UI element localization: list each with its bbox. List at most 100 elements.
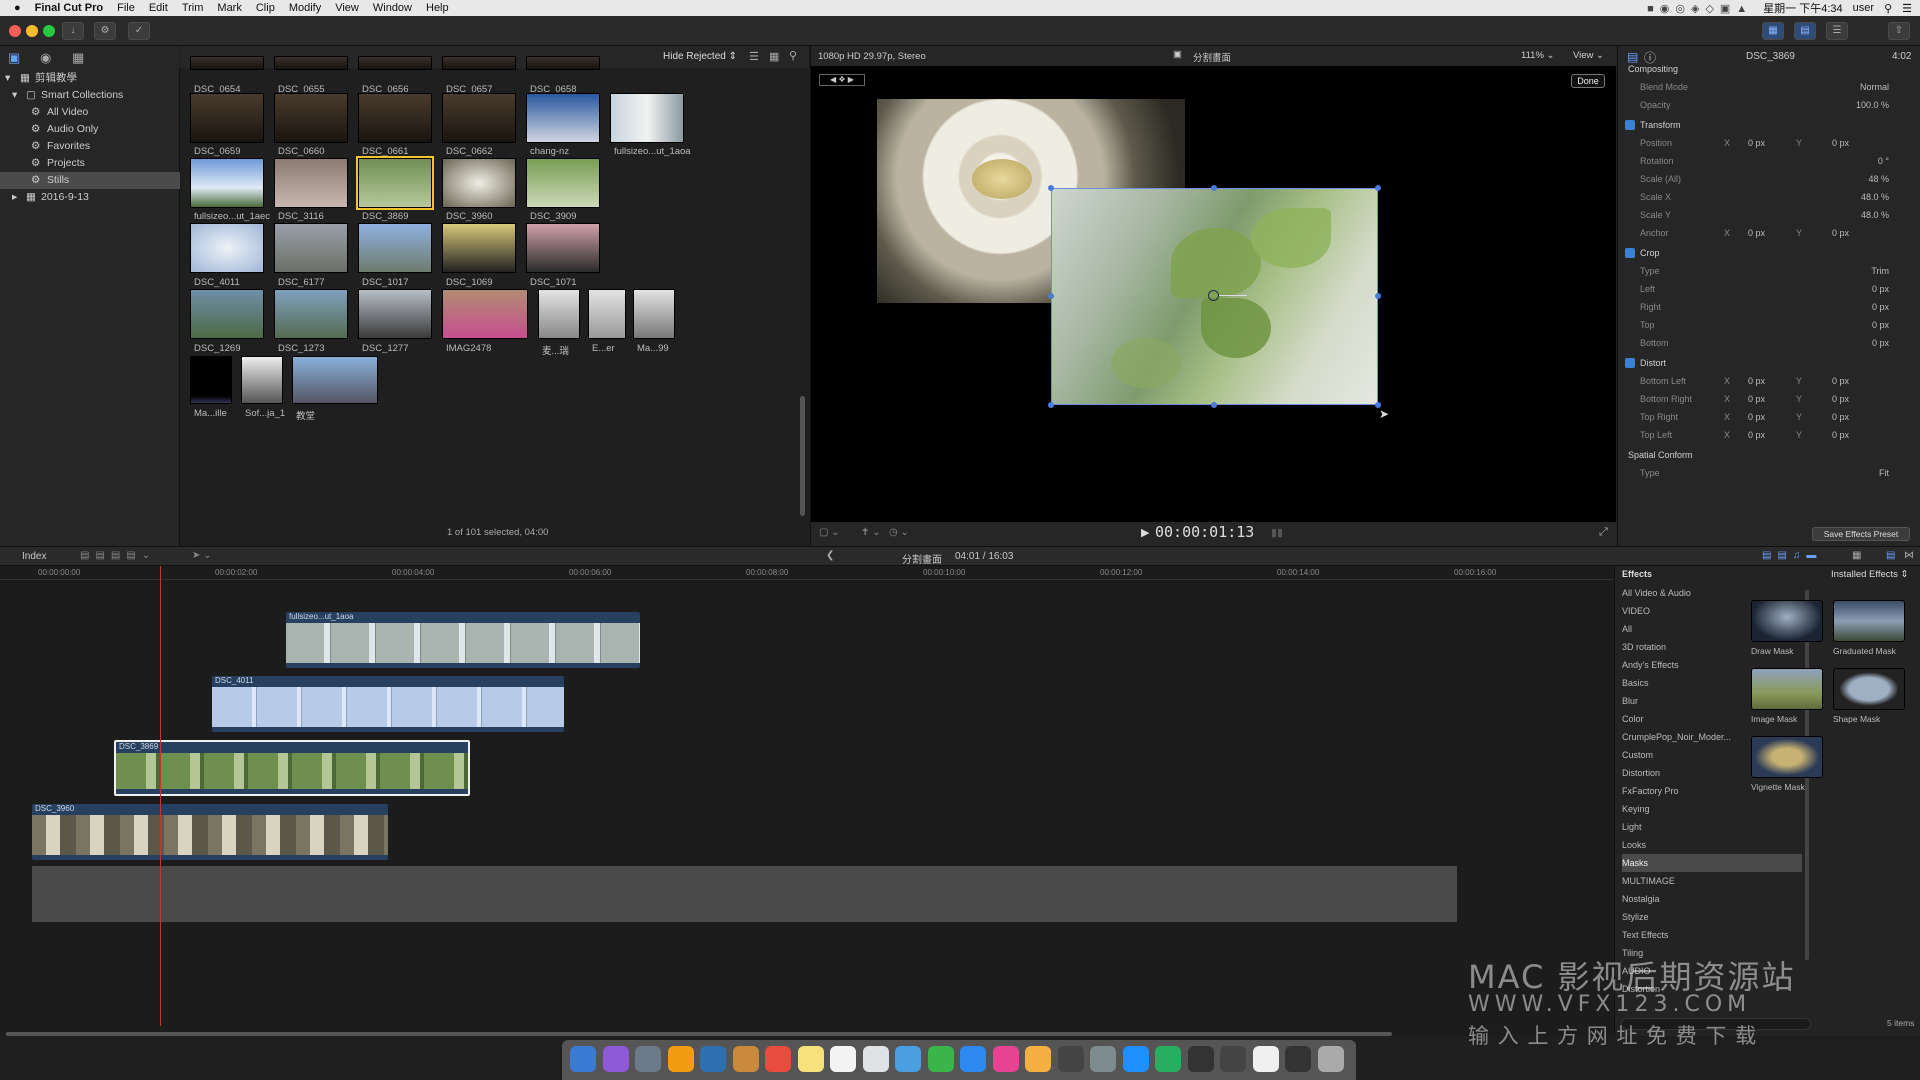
sidebar-item-audio-only[interactable]: ⚙ Audio Only [0, 121, 180, 138]
browser-thumbnail[interactable] [274, 158, 348, 208]
browser-thumbnail[interactable] [442, 93, 516, 143]
browser-thumbnail[interactable] [274, 56, 348, 70]
disclosure-triangle-icon[interactable]: ▾ [5, 70, 10, 87]
timecode-display[interactable]: 00:00:01:13 [1155, 523, 1254, 541]
spotlight-icon[interactable]: ⚲ [1884, 2, 1892, 15]
browser-thumbnail[interactable] [442, 56, 516, 70]
y-value[interactable]: 0 px [1832, 134, 1849, 152]
inspector-row[interactable]: Spatial Conform [1618, 446, 1920, 464]
final-cut-icon[interactable] [1057, 1046, 1084, 1072]
browser-thumbnail[interactable] [442, 158, 516, 208]
browser-thumbnail[interactable] [190, 223, 264, 273]
browser-thumbnail[interactable] [358, 56, 432, 70]
menu-trim[interactable]: Trim [182, 2, 204, 14]
browser-thumbnail[interactable] [190, 56, 264, 70]
timeline-scrollbar[interactable] [6, 1032, 1392, 1036]
browser-thumbnail[interactable] [190, 289, 264, 339]
timeline-clip-selected[interactable]: DSC_3869 [114, 740, 470, 796]
enable-checkbox[interactable] [1625, 248, 1635, 258]
effects-category[interactable]: Masks [1622, 854, 1802, 872]
menu-file[interactable]: File [117, 2, 135, 14]
browser-thumbnail[interactable] [274, 289, 348, 339]
inspector-value[interactable]: 100.0 % [1856, 96, 1889, 114]
save-effects-preset-button[interactable]: Save Effects Preset [1812, 527, 1910, 541]
inspector-value[interactable]: 0 px [1872, 280, 1889, 298]
fullscreen-icon[interactable]: ⤢ [1599, 526, 1608, 539]
inspector-row[interactable]: Crop [1618, 244, 1920, 262]
document-icon[interactable] [1252, 1046, 1279, 1072]
installed-effects-popup[interactable]: Installed Effects ⇕ [1831, 569, 1909, 580]
retiming-popup[interactable]: ✝ ⌄ [861, 527, 881, 538]
itunes-icon[interactable] [992, 1046, 1019, 1072]
view-popup[interactable]: View ⌄ [1573, 50, 1604, 61]
facetime-icon[interactable] [927, 1046, 954, 1072]
y-value[interactable]: 0 px [1832, 372, 1849, 390]
browser-thumbnail[interactable] [526, 93, 600, 143]
effects-category[interactable]: MULTIMAGE [1622, 872, 1802, 890]
effects-category[interactable]: Stylize [1622, 908, 1802, 926]
menu-mark[interactable]: Mark [217, 2, 241, 14]
effects-category[interactable]: Text Effects [1622, 926, 1802, 944]
inspector-value[interactable]: 0 px [1872, 334, 1889, 352]
browser-thumbnail[interactable] [241, 356, 283, 404]
launchpad-icon[interactable] [635, 1046, 661, 1072]
menu-edit[interactable]: Edit [149, 2, 168, 14]
background-tasks-button[interactable]: ✓ [128, 22, 150, 40]
timeline-index-button[interactable]: Index [22, 551, 46, 562]
y-value[interactable]: 0 px [1832, 224, 1849, 242]
inspector-value[interactable]: 48 % [1868, 170, 1889, 188]
x-value[interactable]: 0 px [1748, 134, 1765, 152]
inspector-value[interactable]: 0 px [1872, 316, 1889, 334]
list-view-icon[interactable]: ☰ [749, 50, 759, 63]
notes-icon[interactable] [797, 1046, 824, 1072]
preview-icon[interactable] [700, 1046, 726, 1072]
x-value[interactable]: 0 px [1748, 224, 1765, 242]
user-name[interactable]: user [1853, 2, 1874, 14]
import-button[interactable]: ↓ [62, 22, 84, 40]
transform-handle[interactable] [1048, 185, 1054, 191]
inspector-value[interactable]: 0 px [1872, 298, 1889, 316]
finder-icon[interactable] [570, 1046, 596, 1072]
browser-thumbnail[interactable] [526, 56, 600, 70]
edit-buttons[interactable]: ▤▤▤▤⌄ [80, 550, 156, 561]
app-menu[interactable]: Final Cut Pro [35, 2, 103, 14]
playhead[interactable] [160, 566, 161, 1026]
sidebar-item-stills[interactable]: ⚙ Stills [0, 172, 180, 189]
zoom-popup[interactable]: 111% ⌄ [1521, 50, 1555, 61]
transform-handle[interactable] [1048, 293, 1054, 299]
browser-thumbnail[interactable] [633, 289, 675, 339]
x-value[interactable]: 0 px [1748, 408, 1765, 426]
minimize-window-button[interactable] [26, 25, 38, 37]
inspector-value[interactable]: 48.0 % [1861, 188, 1889, 206]
effect-tile[interactable] [1751, 668, 1823, 710]
clip-appearance-icon[interactable]: ▦ [769, 50, 779, 63]
effects-category[interactable]: Looks [1622, 836, 1802, 854]
browser-thumbnail[interactable] [190, 93, 264, 143]
apple-menu-icon[interactable]: ● [14, 2, 21, 14]
titles-tab-icon[interactable]: ▦ [72, 50, 84, 66]
timeline-clip[interactable]: fullsizeo...ut_1aoa [286, 612, 640, 668]
timeline-view-icons[interactable]: ▤▤♫▬ [1762, 550, 1822, 561]
sidebar-item-projects[interactable]: ⚙ Projects [0, 155, 180, 172]
browser-thumbnail[interactable] [442, 289, 528, 339]
messages-icon[interactable] [895, 1046, 921, 1072]
photos-viewer-icon[interactable] [862, 1046, 889, 1072]
menu-view[interactable]: View [335, 2, 359, 14]
notification-icon[interactable]: ☰ [1902, 2, 1912, 15]
browser-thumbnail[interactable] [358, 93, 432, 143]
browser-thumbnail[interactable] [358, 289, 432, 339]
timeline-ruler[interactable]: 00:00:00:00 00:00:02:00 00:00:04:00 00:00:0… [0, 566, 1613, 580]
inspector-row[interactable]: Transform [1618, 116, 1920, 134]
inspector-toggle-button[interactable]: ☰ [1826, 22, 1848, 40]
browser-thumbnail[interactable] [274, 223, 348, 273]
clip-appearance-icon[interactable]: ▦ [1852, 550, 1861, 561]
effects-browser-toggle-icon[interactable]: ▤ [1886, 550, 1895, 561]
browser-toggle-button[interactable]: ▦ [1762, 22, 1784, 40]
sidebar-item-favorites[interactable]: ⚙ Favorites [0, 138, 180, 155]
disclosure-triangle-icon[interactable]: ▸ [12, 189, 17, 206]
contacts-icon[interactable] [732, 1046, 759, 1072]
library-row[interactable]: ▾ ▦ 剪辑教學 [0, 70, 180, 87]
rotation-handle[interactable] [1219, 295, 1247, 296]
done-button[interactable]: Done [1571, 74, 1605, 88]
browser-thumbnail[interactable] [442, 223, 516, 273]
